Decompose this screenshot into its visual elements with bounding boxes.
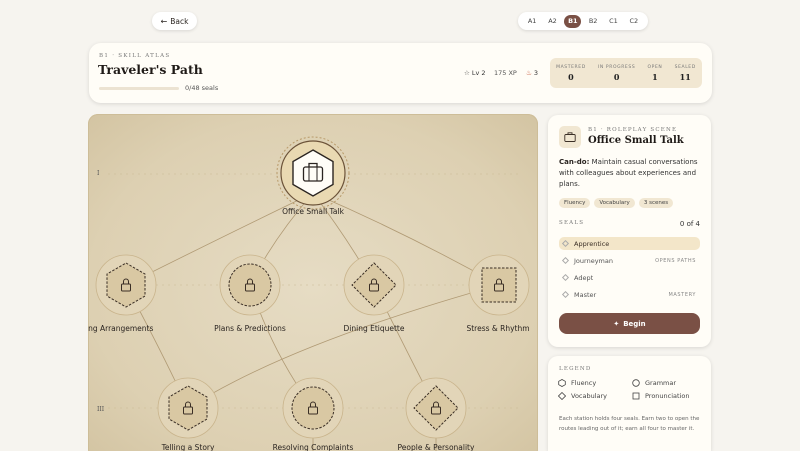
skill-map: I III Office Small Talk Making Arrangeme…: [88, 114, 538, 451]
legend-card: LEGEND Fluency Grammar Vocabulary Pronun…: [548, 356, 711, 451]
header-card: B1 · SKILL ATLAS Traveler's Path 0/48 se…: [89, 43, 712, 103]
seal-stats-box: MASTERED 0 IN PROGRESS 0 OPEN 1 SEALED 11: [550, 58, 702, 88]
scene-tags: Fluency Vocabulary 3 scenes: [559, 198, 674, 208]
station-office-small-talk[interactable]: [276, 136, 350, 210]
diamond-icon: [558, 392, 566, 400]
level-pill-a2[interactable]: A2: [544, 15, 561, 28]
level-pill-a1[interactable]: A1: [524, 15, 541, 28]
star-icon: ☆: [464, 69, 470, 77]
scene-detail-card: B1 · ROLEPLAY SCENE Office Small Talk Ca…: [548, 115, 711, 347]
scene-eyebrow: B1 · ROLEPLAY SCENE: [588, 127, 678, 133]
station-label: Making Arrangements: [88, 324, 154, 333]
station-label: Telling a Story: [161, 443, 215, 451]
legend-item-fluency: Fluency: [558, 379, 596, 387]
seal-row-journeyman[interactable]: Journeyman OPENS PATHS: [559, 254, 700, 267]
station-stress-rhythm[interactable]: [468, 254, 530, 316]
station-label: Plans & Predictions: [214, 324, 286, 333]
row-numeral-1: I: [97, 170, 100, 177]
skill-map-canvas: [95, 136, 530, 451]
back-button[interactable]: ← Back: [152, 12, 197, 30]
diamond-icon: [561, 290, 570, 299]
station-label: Office Small Talk: [282, 207, 344, 216]
station-telling-a-story[interactable]: [157, 377, 219, 439]
seals-count: 0 of 4: [679, 220, 700, 228]
streak-stat: ♨ 3: [526, 69, 538, 77]
seal-progress-bar: [99, 87, 179, 90]
row-numeral-3: III: [97, 406, 105, 413]
stat-in-progress: IN PROGRESS 0: [598, 64, 636, 82]
seal-row-adept[interactable]: Adept: [559, 271, 700, 284]
stat-mastered: MASTERED 0: [556, 64, 586, 82]
arrow-left-icon: ←: [160, 16, 168, 26]
station-people-personality[interactable]: [405, 377, 467, 439]
square-icon: [632, 392, 640, 400]
station-label: Stress & Rhythm: [466, 324, 530, 333]
scene-title: Office Small Talk: [588, 135, 684, 146]
station-label: People & Personality: [397, 443, 475, 451]
station-making-arrangements[interactable]: [95, 254, 157, 316]
legend-item-pronunciation: Pronunciation: [632, 392, 689, 400]
station-dining-etiquette[interactable]: [343, 254, 405, 316]
legend-item-grammar: Grammar: [632, 379, 676, 387]
level-pill-c1[interactable]: C1: [605, 15, 622, 28]
flame-icon: ♨: [526, 69, 532, 77]
seal-progress-label: 0/48 seals: [185, 84, 219, 92]
tag-scenes: 3 scenes: [638, 198, 674, 208]
diamond-icon: [561, 273, 570, 282]
hexagon-icon: [558, 379, 566, 387]
circle-icon: [632, 379, 640, 387]
seals-header: SEALS 0 of 4: [559, 220, 700, 228]
station-resolving-complaints[interactable]: [282, 377, 344, 439]
station-label: Resolving Complaints: [272, 443, 354, 451]
begin-button[interactable]: ✦ Begin: [559, 313, 700, 334]
briefcase-icon: [559, 126, 581, 148]
legend-title: LEGEND: [559, 366, 592, 372]
tag-vocabulary: Vocabulary: [594, 198, 635, 208]
tag-fluency: Fluency: [559, 198, 591, 208]
level-pill-c2[interactable]: C2: [625, 15, 642, 28]
diamond-icon: [561, 239, 570, 248]
cando-description: Can-do: Maintain casual conversations wi…: [559, 158, 698, 188]
seal-row-master[interactable]: Master MASTERY: [559, 288, 700, 301]
xp-stat: 175 XP: [494, 69, 517, 77]
begin-label: Begin: [623, 319, 646, 328]
level-value: Lv 2: [471, 69, 486, 77]
seals-label: SEALS: [559, 220, 585, 226]
level-pill-b1[interactable]: B1: [564, 14, 582, 28]
stat-open: OPEN 1: [647, 64, 663, 82]
level-pill-b2[interactable]: B2: [585, 15, 602, 28]
back-label: Back: [170, 16, 189, 26]
level-stat: ☆ Lv 2: [464, 69, 486, 77]
stat-sealed: SEALED 11: [674, 64, 696, 82]
page-title: Traveler's Path: [98, 62, 203, 77]
diamond-icon: [561, 256, 570, 265]
station-label: Dining Etiquette: [343, 324, 405, 333]
legend-item-vocabulary: Vocabulary: [558, 392, 607, 400]
header-eyebrow: B1 · SKILL ATLAS: [99, 53, 171, 59]
seal-row-apprentice[interactable]: Apprentice: [559, 237, 700, 250]
level-selector: A1 A2 B1 B2 C1 C2: [518, 12, 648, 30]
station-plans-predictions[interactable]: [219, 254, 281, 316]
legend-note: Each station holds four seals. Earn two …: [559, 416, 700, 432]
sparkle-icon: ✦: [613, 319, 620, 328]
streak-value: 3: [533, 69, 538, 77]
